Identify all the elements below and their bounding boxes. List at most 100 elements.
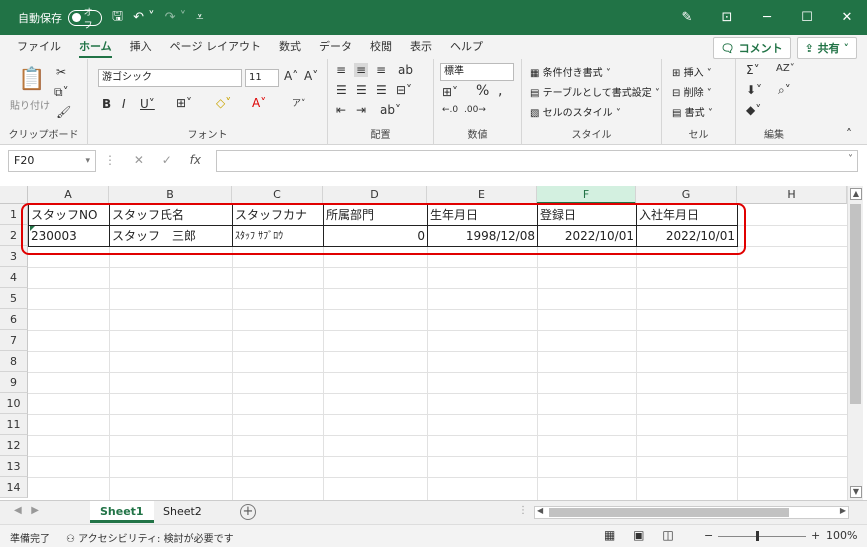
align-left-icon[interactable]: ☰ <box>336 83 347 97</box>
tab-file[interactable]: ファイル <box>8 35 70 59</box>
align-middle-icon[interactable]: ≡ <box>354 63 369 77</box>
row-header-6[interactable]: 6 <box>0 309 28 330</box>
column-header-a[interactable]: A <box>28 186 109 204</box>
insert-cells-button[interactable]: ⊞ 挿入 ˅ <box>672 64 712 79</box>
column-header-h[interactable]: H <box>737 186 847 204</box>
align-bottom-icon[interactable]: ≡ <box>376 63 386 77</box>
zoom-out-icon[interactable]: − <box>704 529 713 542</box>
autosum-icon[interactable]: Σ˅ <box>746 63 760 77</box>
cell-styles-button[interactable]: ▧ セルのスタイル ˅ <box>530 104 621 119</box>
select-all-corner[interactable] <box>0 186 28 204</box>
column-header-c[interactable]: C <box>232 186 323 204</box>
enter-icon[interactable]: ✓ <box>162 153 172 167</box>
clear-icon[interactable]: ◆˅ <box>746 103 761 117</box>
tab-view[interactable]: 表示 <box>401 35 441 59</box>
font-color-icon[interactable]: A˅ <box>252 96 266 110</box>
tab-insert[interactable]: 挿入 <box>121 35 161 59</box>
underline-icon[interactable]: U˅ <box>140 97 155 111</box>
expand-formula-icon[interactable]: ˅ <box>848 154 853 165</box>
conditional-formatting-button[interactable]: ▦ 条件付き書式 ˅ <box>530 64 611 79</box>
scroll-up-icon[interactable]: ▲ <box>850 188 862 200</box>
increase-indent-icon[interactable]: ⇥ <box>356 103 366 117</box>
copy-icon[interactable]: ⧉˅ <box>54 85 69 100</box>
tab-help[interactable]: ヘルプ <box>441 35 492 59</box>
scroll-left-icon[interactable]: ◀ <box>537 506 543 515</box>
merge-icon[interactable]: ⊟˅ <box>396 83 412 97</box>
redo-icon[interactable]: ↷ ˅ <box>165 10 187 25</box>
horizontal-scrollbar[interactable]: ◀ ▶ <box>534 506 849 519</box>
number-format-select[interactable]: 標準 <box>440 63 514 81</box>
orientation-icon[interactable]: ab˅ <box>380 103 401 117</box>
tab-home[interactable]: ホーム <box>70 35 121 59</box>
row-header-11[interactable]: 11 <box>0 414 28 435</box>
tab-review[interactable]: 校閲 <box>361 35 401 59</box>
sheet-tab-sheet2[interactable]: Sheet2 <box>153 501 212 523</box>
bold-icon[interactable]: B <box>102 97 111 111</box>
name-box-chevron-icon[interactable]: ▾ <box>85 151 90 171</box>
sheet-nav-icon[interactable]: ◀ ▶ <box>14 505 39 516</box>
format-cells-button[interactable]: ▤ 書式 ˅ <box>672 104 713 119</box>
save-icon[interactable]: 🖫 <box>112 7 123 29</box>
row-header-4[interactable]: 4 <box>0 267 28 288</box>
comma-icon[interactable]: , <box>498 83 502 99</box>
zoom-slider-knob[interactable] <box>756 531 759 541</box>
ribbon-display-icon[interactable]: ⊡ <box>707 10 747 25</box>
wrap-text-icon[interactable]: ab <box>398 63 413 77</box>
zoom-in-icon[interactable]: + <box>811 529 820 542</box>
normal-view-icon[interactable]: ▦ <box>604 528 615 542</box>
fill-icon[interactable]: ⬇˅ <box>746 83 762 97</box>
row-header-9[interactable]: 9 <box>0 372 28 393</box>
autosave-toggle[interactable]: オフ <box>68 8 102 31</box>
pen-icon[interactable]: ✎ <box>667 10 707 25</box>
align-center-icon[interactable]: ☰ <box>356 83 367 97</box>
scroll-right-icon[interactable]: ▶ <box>840 506 846 515</box>
font-shrink-icon[interactable]: A˅ <box>304 69 318 83</box>
split-handle-icon[interactable]: ⋮ <box>518 505 528 516</box>
decrease-indent-icon[interactable]: ⇤ <box>336 103 346 117</box>
sort-filter-icon[interactable]: AZ˅ <box>776 63 795 74</box>
minimize-button[interactable]: ─ <box>747 10 787 25</box>
tab-formulas[interactable]: 数式 <box>270 35 310 59</box>
sheet-tab-sheet1[interactable]: Sheet1 <box>90 501 154 523</box>
zoom-level[interactable]: 100% <box>826 529 857 542</box>
delete-cells-button[interactable]: ⊟ 削除 ˅ <box>672 84 712 99</box>
increase-decimal-icon[interactable]: ←.0 <box>442 105 458 115</box>
insert-function-icon[interactable]: fx <box>190 153 201 167</box>
column-header-d[interactable]: D <box>323 186 427 204</box>
cut-icon[interactable]: ✂ <box>56 65 66 79</box>
align-top-icon[interactable]: ≡ <box>336 63 346 77</box>
add-sheet-icon[interactable]: + <box>240 504 256 520</box>
page-break-view-icon[interactable]: ◫ <box>662 528 673 542</box>
row-header-13[interactable]: 13 <box>0 456 28 477</box>
undo-icon[interactable]: ↶ ˅ <box>133 10 155 25</box>
align-right-icon[interactable]: ☰ <box>376 83 387 97</box>
accessibility-status[interactable]: ⚇ アクセシビリティ: 検討が必要です <box>66 530 234 545</box>
maximize-button[interactable]: ☐ <box>787 10 827 25</box>
row-header-5[interactable]: 5 <box>0 288 28 309</box>
row-header-14[interactable]: 14 <box>0 477 28 498</box>
formula-input[interactable] <box>216 150 858 172</box>
vertical-scrollbar[interactable]: ▲ ▼ <box>847 186 863 500</box>
name-box[interactable]: F20 ▾ <box>8 150 96 172</box>
find-icon[interactable]: ⌕˅ <box>778 83 791 98</box>
column-header-b[interactable]: B <box>109 186 232 204</box>
font-grow-icon[interactable]: A˄ <box>284 69 298 83</box>
fill-color-icon[interactable]: ◇˅ <box>216 96 231 110</box>
tab-page-layout[interactable]: ページ レイアウト <box>161 35 270 59</box>
percent-icon[interactable]: % <box>476 83 489 99</box>
page-layout-view-icon[interactable]: ▣ <box>633 528 644 542</box>
cancel-icon[interactable]: ✕ <box>134 153 144 167</box>
accounting-format-icon[interactable]: ⊞˅ <box>442 85 458 99</box>
row-header-12[interactable]: 12 <box>0 435 28 456</box>
zoom-slider[interactable] <box>718 536 806 537</box>
format-as-table-button[interactable]: ▤ テーブルとして書式設定 ˅ <box>530 84 660 99</box>
collapse-ribbon-icon[interactable]: ˄ <box>846 127 852 141</box>
paste-icon[interactable]: 📋 <box>18 67 45 92</box>
column-header-e[interactable]: E <box>427 186 537 204</box>
vertical-scroll-thumb[interactable] <box>850 204 861 404</box>
customize-qat-icon[interactable]: ⩡ <box>196 10 203 25</box>
close-button[interactable]: ✕ <box>827 10 867 25</box>
row-header-8[interactable]: 8 <box>0 351 28 372</box>
decrease-decimal-icon[interactable]: .00→ <box>464 105 486 115</box>
share-button[interactable]: ⇪ 共有 ˅ <box>796 37 857 59</box>
